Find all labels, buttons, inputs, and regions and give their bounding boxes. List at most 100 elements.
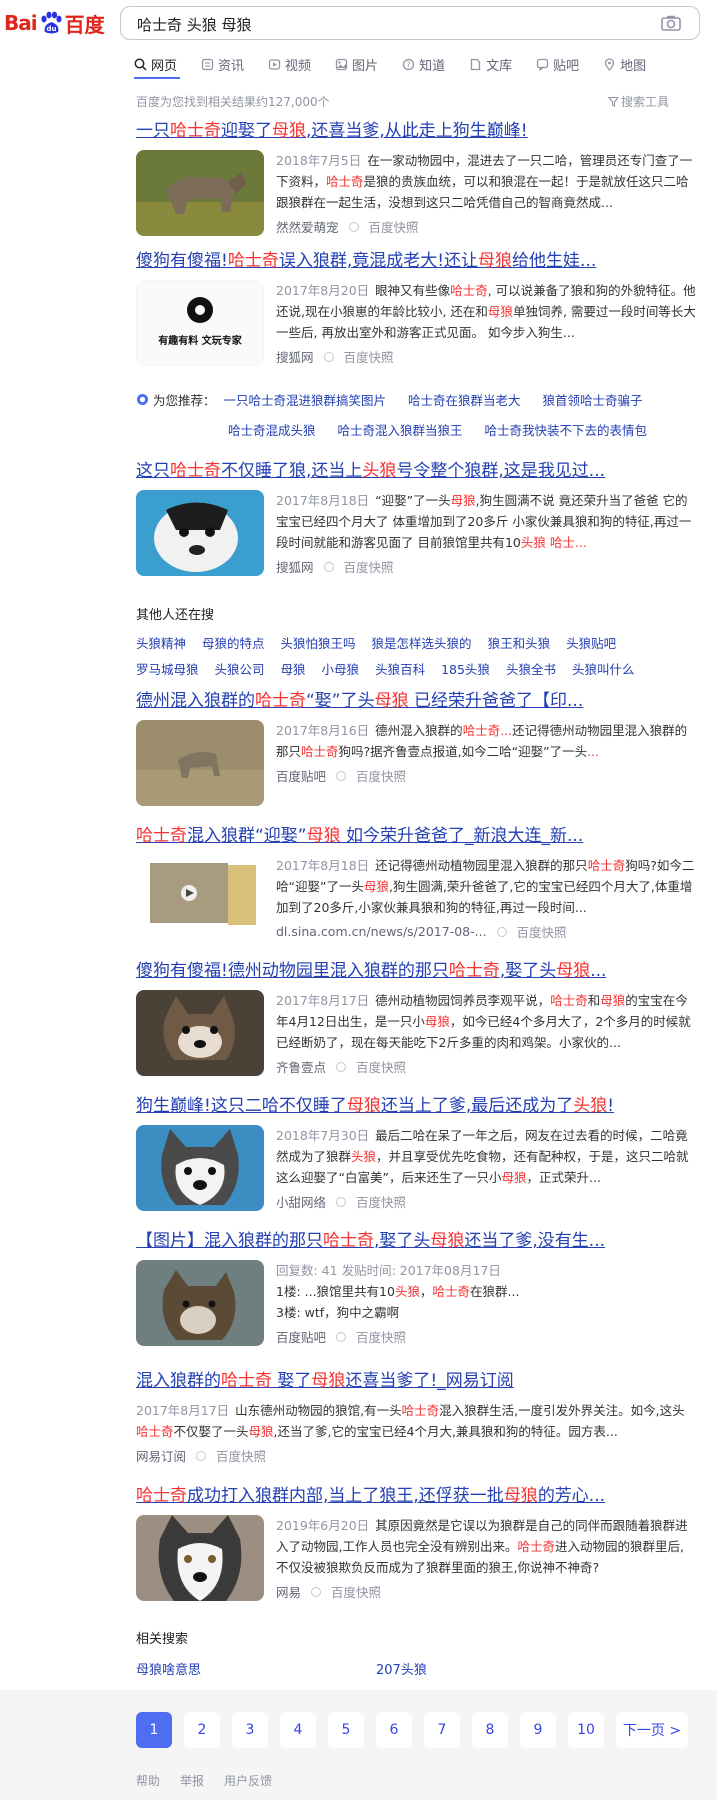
others-link[interactable]: 头狼全书 [506,659,556,678]
page-button[interactable]: 2 [184,1712,220,1748]
snapshot-link[interactable]: 百度快照 [517,922,567,941]
source-name[interactable]: dl.sina.com.cn/news/s/2017-08-... [276,924,487,939]
page-button[interactable]: 1 [136,1712,172,1748]
others-link[interactable]: 头狼精神 [136,633,186,652]
search-input[interactable] [135,13,639,35]
result-thumbnail[interactable] [136,1260,264,1346]
result-thumbnail[interactable] [136,150,264,236]
search-tools-button[interactable]: 搜索工具 [608,93,669,110]
question-icon: ? [402,58,415,70]
page-button[interactable]: 4 [280,1712,316,1748]
result-thumbnail[interactable] [136,1515,264,1601]
others-link[interactable]: 185头狼 [441,659,490,678]
result-title-link[interactable]: 傻狗有傻福!德州动物园里混入狼群的那只哈士奇,娶了头母狼... [136,960,696,982]
page-button[interactable]: 7 [424,1712,460,1748]
snapshot-link[interactable]: 百度快照 [356,1327,406,1346]
page-button[interactable]: 6 [376,1712,412,1748]
tab-wenku[interactable]: 文库 [469,52,512,76]
related-link[interactable]: 207头狼 [376,1659,616,1678]
source-name[interactable]: 百度贴吧 [276,1327,326,1346]
others-link[interactable]: 母狼的特点 [202,633,265,652]
footer-link[interactable]: 帮助 [136,1772,160,1789]
result-title-link[interactable]: 傻狗有傻福!哈士奇误入狼群,竟混成老大!还让母狼给他生娃... [136,250,696,272]
others-link[interactable]: 狼是怎样选头狼的 [372,633,472,652]
snapshot-link[interactable]: 百度快照 [356,1192,406,1211]
snapshot-link[interactable]: 百度快照 [356,766,406,785]
tab-news[interactable]: 资讯 [201,52,244,76]
footer-link[interactable]: 举报 [180,1772,204,1789]
result-title-link[interactable]: 这只哈士奇不仅睡了狼,还当上头狼号令整个狼群,这是我见过... [136,460,696,482]
next-page-button[interactable]: 下一页 > [616,1712,688,1748]
result-title-link[interactable]: 德州混入狼群的哈士奇“娶”了头母狼 已经荣升爸爸了【印... [136,690,696,712]
recommend-link[interactable]: 哈士奇我快装不下去的表情包 [485,420,648,439]
recommend-link[interactable]: 哈士奇在狼群当老大 [408,390,521,409]
tab-map[interactable]: 地图 [603,52,646,76]
others-link[interactable]: 母狼 [281,659,306,678]
snippet-fragment: 眼神又有些像 [375,283,451,298]
others-link[interactable]: 头狼叫什么 [572,659,635,678]
source-name[interactable]: 搜狐网 [276,557,314,576]
source-name[interactable]: 搜狐网 [276,347,314,366]
result-title-link[interactable]: 一只哈士奇迎娶了母狼,还喜当爹,从此走上狗生巅峰! [136,120,696,142]
title-fragment: 给他生娃... [512,251,597,271]
source-name[interactable]: 齐鲁壹点 [276,1057,326,1076]
source-name[interactable]: 然然爱萌宠 [276,217,339,236]
result-thumbnail[interactable] [136,490,264,576]
title-fragment: 混入狼群“迎娶” [187,826,307,846]
snapshot-link[interactable]: 百度快照 [344,347,394,366]
snippet-fragment: ， [419,1284,433,1299]
tab-zhidao[interactable]: ? 知道 [402,52,445,76]
result-title-link[interactable]: 混入狼群的哈士奇 娶了母狼还喜当爹了!_网易订阅 [136,1370,696,1392]
others-link[interactable]: 头狼怕狼王吗 [281,633,356,652]
recommend-link[interactable]: 狼首领哈士奇骗子 [543,390,643,409]
camera-icon[interactable] [661,15,681,31]
snippet-fragment: 2018年7月5日 [276,153,362,168]
result-thumbnail[interactable] [136,855,264,941]
result-title-link[interactable]: 【图片】混入狼群的那只哈士奇,娶了头母狼还当了爹,没有生... [136,1230,696,1252]
tab-video[interactable]: 视频 [268,52,311,76]
tab-image[interactable]: 图片 [335,52,378,76]
page-button[interactable]: 10 [568,1712,604,1748]
source-name[interactable]: 小甜网络 [276,1192,326,1211]
result-title-link[interactable]: 狗生巅峰!这只二哈不仅睡了母狼还当上了爹,最后还成为了头狼! [136,1095,696,1117]
forum-icon [536,58,549,71]
others-link[interactable]: 小母狼 [322,659,360,678]
baidu-logo[interactable]: Bai du 百度 [4,7,105,39]
others-link[interactable]: 头狼公司 [215,659,265,678]
others-link[interactable]: 狼王和头狼 [488,633,551,652]
recommend-link[interactable]: 哈士奇混入狼群当狼王 [338,420,463,439]
others-link[interactable]: 头狼百科 [375,659,425,678]
source-name[interactable]: 网易订阅 [136,1446,186,1465]
result-source: 搜狐网 百度快照 [276,557,696,576]
related-link[interactable]: 母狼啥意思 [136,1659,376,1678]
result-title-link[interactable]: 哈士奇混入狼群“迎娶”母狼 如今荣升爸爸了_新浪大连_新... [136,825,696,847]
title-fragment: 娶了 [272,1371,312,1391]
snapshot-link[interactable]: 百度快照 [216,1446,266,1465]
tab-label: 贴吧 [553,58,580,74]
snippet-fragment: 在狼群... [470,1284,520,1299]
result-thumbnail[interactable] [136,720,264,806]
snapshot-link[interactable]: 百度快照 [331,1582,381,1601]
result-thumbnail[interactable] [136,1125,264,1211]
others-link[interactable]: 头狼贴吧 [566,633,616,652]
snippet-fragment: 哈士奇 [326,174,364,189]
result-thumbnail[interactable]: 有趣有料 文玩专家 [136,280,264,366]
recommend-link[interactable]: 哈士奇混成头狼 [228,420,316,439]
result-thumbnail[interactable] [136,990,264,1076]
source-name[interactable]: 百度贴吧 [276,766,326,785]
page-button[interactable]: 5 [328,1712,364,1748]
others-link[interactable]: 罗马城母狼 [136,659,199,678]
tab-tieba[interactable]: 贴吧 [536,52,579,76]
source-name[interactable]: 网易 [276,1582,301,1601]
page-button[interactable]: 9 [520,1712,556,1748]
page-button[interactable]: 8 [472,1712,508,1748]
tab-web[interactable]: 网页 [134,52,177,76]
recommend-link[interactable]: 一只哈士奇混进狼群搞笑图片 [224,390,387,409]
snapshot-link[interactable]: 百度快照 [356,1057,406,1076]
page-button[interactable]: 3 [232,1712,268,1748]
snapshot-link[interactable]: 百度快照 [344,557,394,576]
footer-link[interactable]: 用户反馈 [224,1772,272,1789]
result-title-link[interactable]: 哈士奇成功打入狼群内部,当上了狼王,还俘获一批母狼的芳心... [136,1485,696,1507]
snapshot-link[interactable]: 百度快照 [369,217,419,236]
title-fragment: 母狼 [478,251,513,271]
